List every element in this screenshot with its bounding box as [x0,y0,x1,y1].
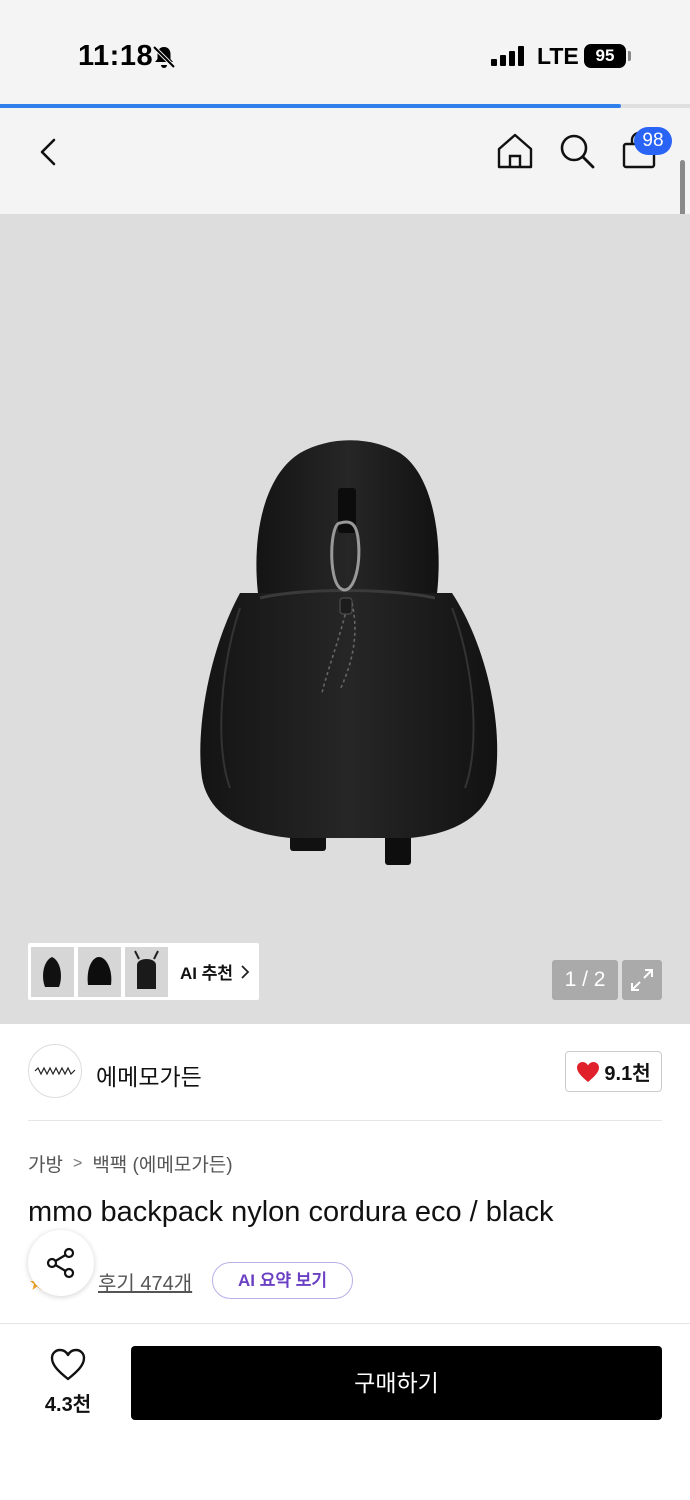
divider [28,1120,662,1121]
ai-thumb-2[interactable] [78,946,121,997]
cart-count-badge: 98 [634,127,672,155]
ai-recommend-card[interactable]: AI 추천 [28,943,259,1000]
bell-muted-icon [152,45,176,69]
battery-tip [628,51,631,61]
chevron-right-icon [241,964,250,979]
brand-logo[interactable] [28,1044,82,1098]
breadcrumb-subcategory[interactable]: 백팩 (에메모가든) [92,1150,232,1177]
breadcrumb-category[interactable]: 가방 [28,1150,63,1177]
product-image [200,440,498,865]
product-title: mmo backpack nylon cordura eco / black [28,1196,554,1228]
product-image-gallery[interactable]: AI 추천 1 / 2 [0,214,690,1024]
brand-name[interactable]: 에메모가든 [96,1058,202,1092]
buy-button[interactable]: 구매하기 [131,1346,662,1420]
breadcrumb-separator: > [72,1154,83,1172]
share-button[interactable] [28,1230,94,1296]
battery-indicator: 95 [584,44,626,68]
network-type: LTE [537,43,579,69]
ai-thumb-3[interactable] [125,946,168,997]
ai-thumb-1[interactable] [31,946,74,997]
cellular-signal-icon [491,46,524,66]
review-count-link[interactable]: 후기 474개 [98,1267,192,1296]
top-nav: 98 [0,108,690,214]
share-icon [46,1247,75,1279]
wishlist-button[interactable]: 4.3천 [28,1346,108,1421]
image-pager: 1 / 2 [552,960,618,1000]
ai-recommend-label[interactable]: AI 추천 [180,959,233,984]
breadcrumb: 가방 > 백팩 (에메모가든) [28,1150,233,1177]
status-time: 11:18 [78,40,154,72]
brand-logo-wave-icon [34,1066,76,1076]
brand-like-button[interactable]: 9.1천 [565,1051,662,1092]
heart-outline-icon [50,1348,86,1381]
heart-filled-icon [577,1061,600,1082]
expand-icon [631,969,653,991]
wishlist-count: 4.3천 [44,1394,92,1416]
brand-like-count: 9.1천 [604,1063,651,1085]
ai-summary-button[interactable]: AI 요약 보기 [212,1262,353,1299]
status-bar: 11:18 LTE 95 [0,0,690,108]
home-icon[interactable] [494,130,536,172]
back-arrow-icon[interactable] [30,132,70,172]
bottom-bar-divider [0,1323,690,1324]
expand-button[interactable] [622,960,662,1000]
search-icon[interactable] [556,130,598,172]
